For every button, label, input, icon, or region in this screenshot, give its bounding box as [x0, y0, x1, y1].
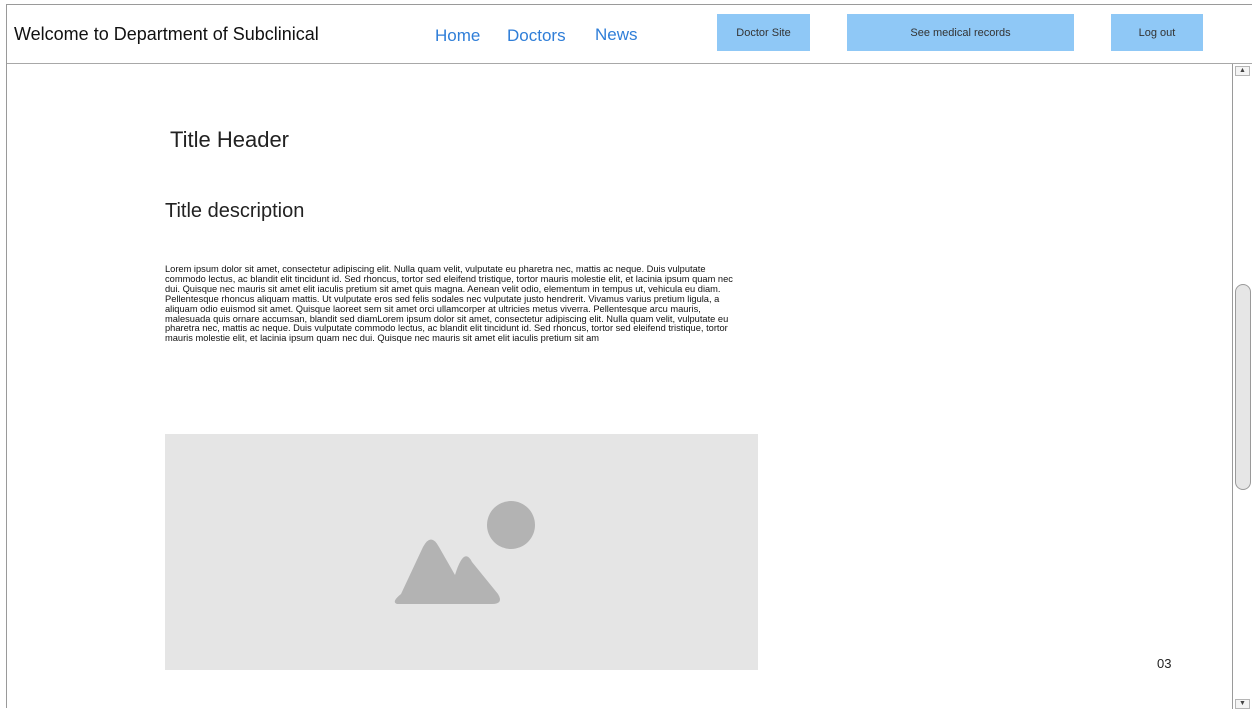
app-window: Welcome to Department of Subclinical Hom…: [6, 4, 1252, 709]
page-number: 03: [1157, 656, 1172, 671]
vertical-scrollbar[interactable]: ▲ ▼: [1232, 64, 1252, 709]
page-subtitle: Title description: [165, 200, 305, 222]
image-placeholder-icon: [394, 501, 535, 604]
page-title: Title Header: [170, 127, 290, 152]
mountain-shape: [394, 539, 500, 604]
see-medical-records-button[interactable]: See medical records: [847, 14, 1074, 51]
scrollbar-thumb[interactable]: [1235, 284, 1251, 490]
nav-link-doctors[interactable]: Doctors: [507, 26, 566, 46]
nav-link-news[interactable]: News: [595, 25, 638, 45]
top-navigation-bar: Welcome to Department of Subclinical Hom…: [7, 5, 1252, 64]
nav-link-home[interactable]: Home: [435, 26, 480, 46]
sun-shape: [487, 501, 535, 549]
log-out-button[interactable]: Log out: [1111, 14, 1203, 51]
scroll-up-icon[interactable]: ▲: [1235, 66, 1250, 76]
site-title: Welcome to Department of Subclinical: [14, 24, 319, 44]
doctor-site-button[interactable]: Doctor Site: [717, 14, 810, 51]
body-paragraph: Lorem ipsum dolor sit amet, consectetur …: [165, 264, 733, 344]
image-placeholder: [165, 434, 758, 670]
